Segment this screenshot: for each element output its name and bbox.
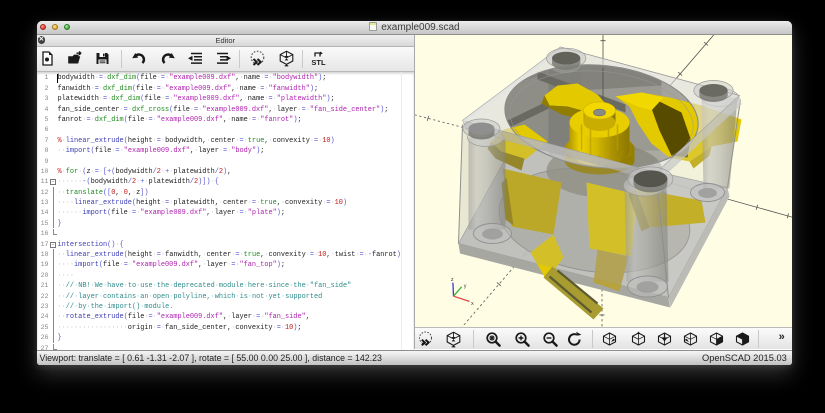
svg-text:z: z xyxy=(450,276,453,282)
svg-text:y: y xyxy=(463,283,466,289)
svg-text:STL: STL xyxy=(311,58,326,67)
svg-text:x: x xyxy=(471,300,474,306)
